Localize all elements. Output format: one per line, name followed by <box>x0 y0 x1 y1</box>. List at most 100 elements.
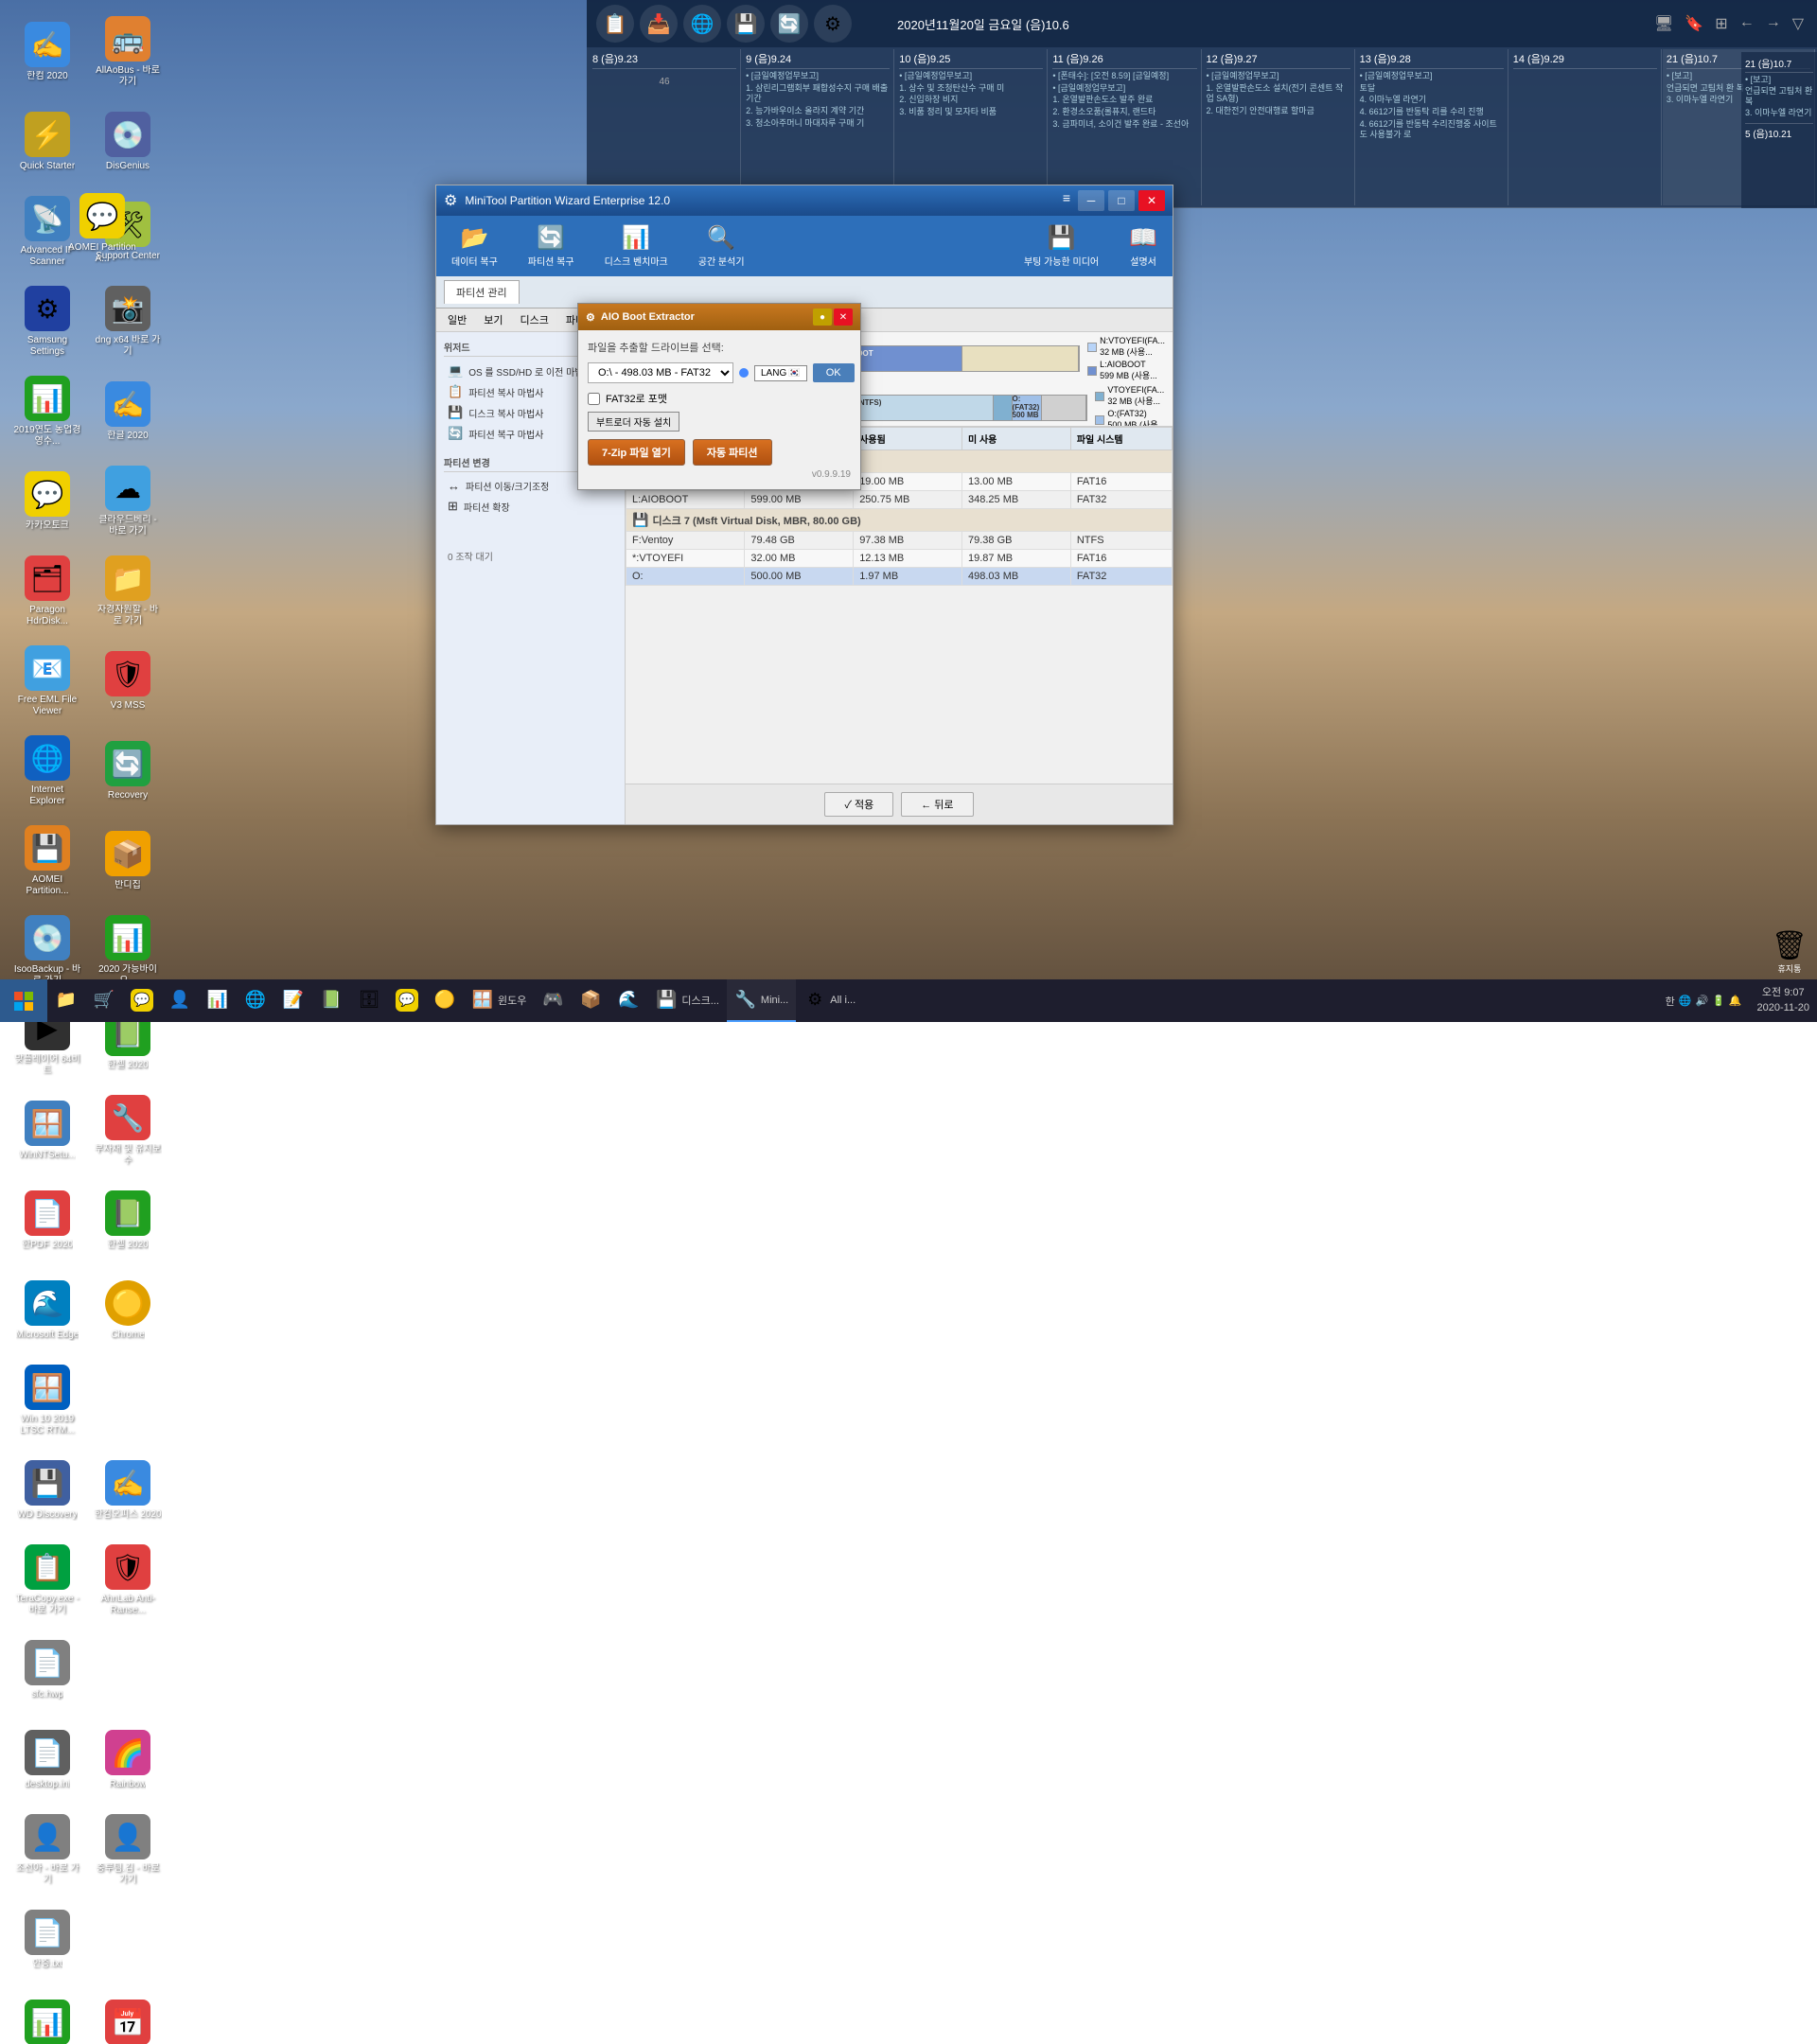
icon-hanoffice[interactable]: ✍ 한컴오피스 2020 <box>90 1448 166 1533</box>
row-o[interactable]: O: 500.00 MB 1.97 MB 498.03 MB FAT32 <box>626 568 1173 586</box>
icon-hancom[interactable]: ✍ 한컴 2020 <box>9 9 85 95</box>
aio-drive-select[interactable]: O:\ - 498.03 MB - FAT32 <box>588 362 733 383</box>
bootloader-btn[interactable]: 부트로더 자동 설치 <box>588 412 679 432</box>
aio-close-btn[interactable]: ✕ <box>834 308 853 326</box>
row-fventoy[interactable]: F:Ventoy 79.48 GB 97.38 MB 79.38 GB NTFS <box>626 532 1173 550</box>
toolbar-space-analyzer[interactable]: 🔍 공간 분석기 <box>691 220 752 272</box>
toolbar-icon-4[interactable]: 💾 <box>727 5 765 43</box>
fat32-checkbox[interactable] <box>588 393 600 405</box>
partition-manager-tab[interactable]: 파티션 관리 <box>444 280 520 304</box>
menu-general[interactable]: 일반 <box>440 310 474 329</box>
icon-win2019[interactable]: 🪟 Win 10 2019 LTSC RTM... <box>9 1358 85 1443</box>
taskbar-allio-tb[interactable]: ⚙ All i... <box>796 979 863 1022</box>
icon-aomei[interactable]: 💾 AOMEI Partition... <box>9 819 85 904</box>
icon-v3mss[interactable]: 🛡 V3 MSS <box>90 639 166 724</box>
tray-notification-icon[interactable]: 🔔 <box>1729 995 1742 1007</box>
icon-custom[interactable]: 📁 자경자원할 - 바로 가기 <box>90 549 166 634</box>
toolbar-manual[interactable]: 📖 설명서 <box>1121 220 1165 272</box>
taskbar-access-tb[interactable]: 🗄 <box>350 979 388 1022</box>
back-icon[interactable]: ← <box>1736 14 1758 33</box>
icon-recovery[interactable]: 🔄 Recovery <box>90 729 166 814</box>
expand-icon[interactable]: ▽ <box>1789 14 1808 33</box>
grid-icon[interactable]: ⊞ <box>1711 14 1731 33</box>
toolbar-bootable-media[interactable]: 💾 부팅 가능한 미디어 <box>1016 220 1106 272</box>
minimize-icon[interactable]: ≡ <box>1059 190 1074 211</box>
icon-hancel[interactable]: 📗 한셀 2020 <box>90 1178 166 1263</box>
menu-disk[interactable]: 디스크 <box>513 310 556 329</box>
icon-disgenius[interactable]: 💿 DisGenius <box>90 99 166 185</box>
back-btn[interactable]: ← 뒤로 <box>901 792 973 817</box>
aio-ok-btn[interactable]: OK <box>813 363 855 382</box>
aio-zip-btn[interactable]: 7-Zip 파일 열기 <box>588 439 685 466</box>
bookmark-icon[interactable]: 🔖 <box>1681 14 1707 33</box>
taskbar-7zip-tb[interactable]: 📦 <box>572 979 609 1022</box>
window-close-btn[interactable]: ✕ <box>1138 190 1165 211</box>
icon-paragon[interactable]: 🗂 Paragon HdrDisk... <box>9 549 85 634</box>
sidebar-expand[interactable]: ⊞ 파티션 확장 <box>444 496 617 517</box>
icon-samsung[interactable]: ⚙ Samsung Settings <box>9 279 85 364</box>
toolbar-icon-2[interactable]: 📥 <box>640 5 678 43</box>
tray-network-icon[interactable]: 🌐 <box>1679 995 1692 1007</box>
taskbar-store[interactable]: 🛒 <box>85 979 123 1022</box>
icon-allio[interactable]: 🚌 AllAoBus - 바로 가기 <box>90 9 166 95</box>
recycle-bin[interactable]: 🗑 휴지통 <box>1772 929 1808 975</box>
menu-view[interactable]: 보기 <box>476 310 510 329</box>
tray-battery-icon[interactable]: 🔋 <box>1712 995 1725 1007</box>
icon-sfchwp[interactable]: 📄 sfc.hwp <box>9 1628 85 1713</box>
icon-ie[interactable]: 🌐 Internet Explorer <box>9 729 85 814</box>
icon-bunja[interactable]: 🔧 부자재 및 유지보수 <box>90 1088 166 1173</box>
icon-wddiscovery[interactable]: 💾 WD Discovery <box>9 1448 85 1533</box>
icon-winnts[interactable]: 🪟 WinNTSetu... <box>9 1088 85 1173</box>
icon-quickstarter[interactable]: ⚡ Quick Starter <box>9 99 85 185</box>
icon-josuna[interactable]: 👤 조선아 - 바로 가기 <box>9 1807 85 1893</box>
calendar-nav[interactable]: 🖥 🔖 ⊞ ← → ▽ <box>1650 14 1808 33</box>
toolbar-icon-1[interactable]: 📋 <box>596 5 634 43</box>
icon-masutsu[interactable]: 📊 마스터스랑... <box>9 1987 85 2044</box>
icon-bandizip[interactable]: 📦 반디집 <box>90 819 166 904</box>
tray-lang-icon[interactable]: 한 <box>1666 994 1675 1009</box>
window-minimize-btn[interactable]: ─ <box>1078 190 1104 211</box>
icon-antxt[interactable]: 📄 안증.txt <box>9 1897 85 1982</box>
taskbar-3d-tb[interactable]: 🎮 <box>534 979 572 1022</box>
icon-ahnlab[interactable]: 🛡 AhnLab Anti-Ranse... <box>90 1538 166 1623</box>
row-laioboot[interactable]: L:AIOBOOT 599.00 MB 250.75 MB 348.25 MB … <box>626 491 1173 509</box>
icon-hangl2020[interactable]: ✍ 한글 2020 <box>90 369 166 454</box>
aio-auto-btn[interactable]: 자동 파티션 <box>693 439 772 466</box>
toolbar-disk-benchmark[interactable]: 📊 디스크 벤치마크 <box>597 220 676 272</box>
icon-desktopini[interactable]: 📄 desktop.ini <box>9 1718 85 1803</box>
icon-talk77124[interactable]: 💬 AOMEI Partition A... <box>64 189 140 269</box>
icon-chrome[interactable]: 🟡 Chrome <box>90 1268 166 1353</box>
icon-dng[interactable]: 📸 dng x64 바로 가기 <box>90 279 166 364</box>
toolbar-partition-recovery[interactable]: 🔄 파티션 복구 <box>520 220 582 272</box>
icon-teracopy[interactable]: 📋 TeraCopy.exe - 바로 가기 <box>9 1538 85 1623</box>
icon-cloudberry[interactable]: ☁ 클라우드베리 - 바로 가기 <box>90 459 166 544</box>
taskbar-windows-tb[interactable]: 🪟 윈도우 <box>464 979 534 1022</box>
taskbar-excel-tb[interactable]: 📗 <box>312 979 350 1022</box>
monitor-icon[interactable]: 🖥 <box>1650 14 1677 33</box>
aio-lang-btn[interactable]: LANG 🇰🇷 <box>754 365 807 381</box>
taskbar-clock[interactable]: 오전 9:07 2020-11-20 <box>1750 986 1817 1015</box>
toolbar-icon-6[interactable]: ⚙ <box>814 5 852 43</box>
taskbar-chrome-tb[interactable]: 🟡 <box>426 979 464 1022</box>
toolbar-icon-3[interactable]: 🌐 <box>683 5 721 43</box>
icon-jungrim[interactable]: 👤 충루팀.김 - 바로 가기 <box>90 1807 166 1893</box>
start-button[interactable] <box>0 979 47 1022</box>
icon-hanpdf[interactable]: 📄 한PDF 2020 <box>9 1178 85 1263</box>
toolbar-data-recovery[interactable]: 📂 데이터 복구 <box>444 220 505 272</box>
taskbar-kakaotalk[interactable]: 💬 <box>123 979 161 1022</box>
taskbar-ie-tb[interactable]: 🌐 <box>237 979 274 1022</box>
aio-minimize-btn[interactable]: ● <box>813 308 832 326</box>
icon-2019[interactable]: 📊 2019연도 농업경영수... <box>9 369 85 454</box>
taskbar-ppt[interactable]: 📊 <box>199 979 237 1022</box>
toolbar-icon-5[interactable]: 🔄 <box>770 5 808 43</box>
icon-kakao[interactable]: 💬 카카오토크 <box>9 459 85 544</box>
window-maximize-btn[interactable]: □ <box>1108 190 1135 211</box>
taskbar-talk-tb[interactable]: 💬 <box>388 979 426 1022</box>
taskbar-minitool-tb[interactable]: 🔧 Mini... <box>727 979 796 1022</box>
icon-freeeml[interactable]: 📧 Free EML File Viewer <box>9 639 85 724</box>
taskbar-word-tb[interactable]: 📝 <box>274 979 312 1022</box>
forward-icon[interactable]: → <box>1762 14 1785 33</box>
icon-diary[interactable]: 📅 다이어리수... <box>90 1987 166 2044</box>
icon-edge[interactable]: 🌊 Microsoft Edge <box>9 1268 85 1353</box>
row-vtoyefi[interactable]: *:VTOYEFI 32.00 MB 12.13 MB 19.87 MB FAT… <box>626 550 1173 568</box>
